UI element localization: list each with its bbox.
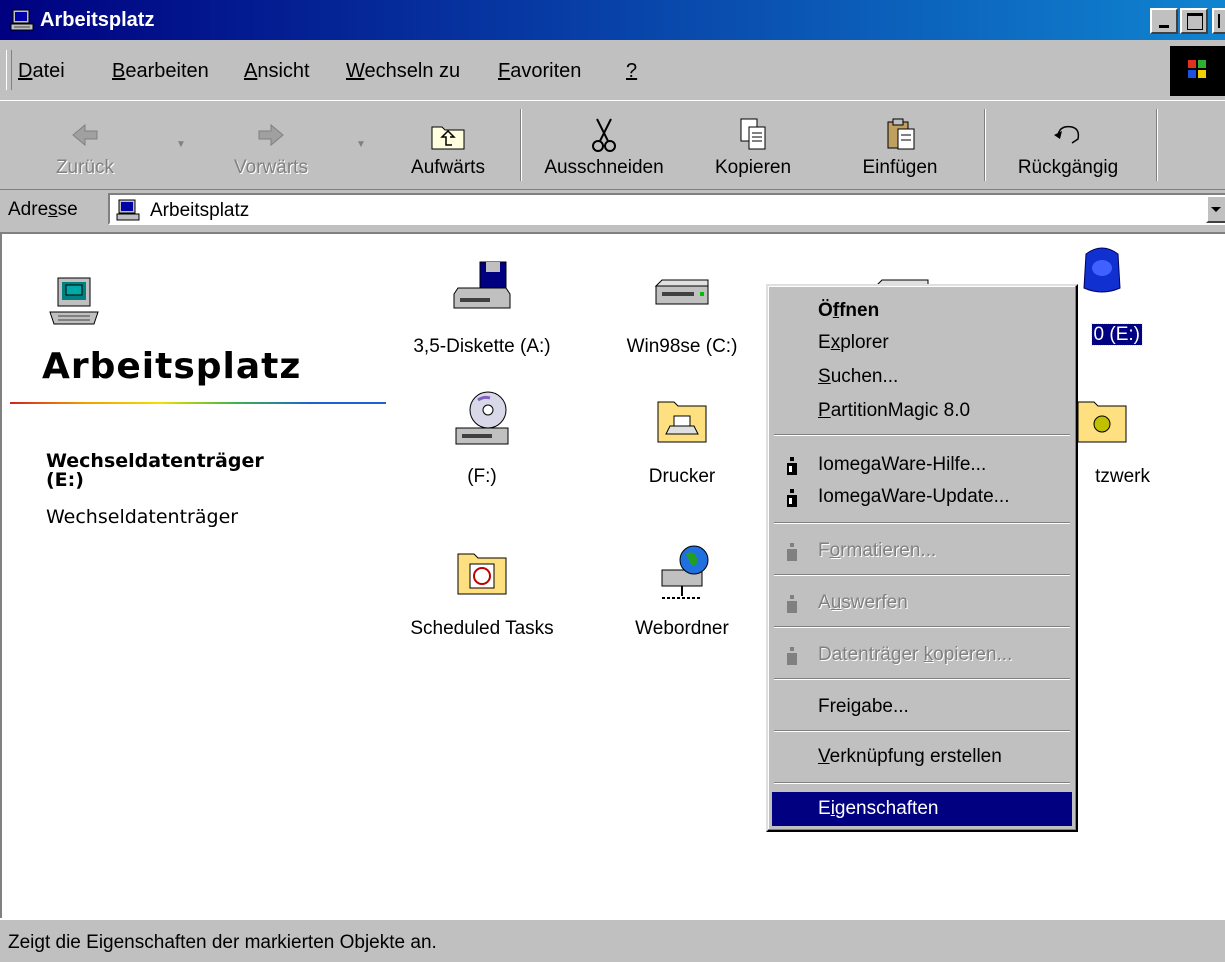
undo-icon bbox=[1054, 125, 1080, 144]
my-computer-icon bbox=[10, 9, 34, 31]
forward-dropdown-icon[interactable]: ▼ bbox=[356, 139, 366, 150]
address-label: Adresse bbox=[8, 199, 78, 220]
selected-item-name: Wechseldatenträger (E:) bbox=[46, 450, 264, 491]
copy-icon bbox=[740, 118, 766, 150]
address-input[interactable]: Arbeitsplatz bbox=[108, 193, 1225, 225]
menu-item-explorer[interactable]: Explorer bbox=[772, 326, 1072, 360]
folder-web-folders[interactable]: Webordner bbox=[582, 540, 782, 650]
iomega-icon bbox=[787, 457, 797, 475]
menu-bearbeiten[interactable]: Bearbeiten bbox=[112, 60, 209, 83]
undo-button[interactable]: Rückgängig bbox=[996, 107, 1140, 187]
menu-separator bbox=[774, 522, 1070, 524]
up-button[interactable]: Aufwärts bbox=[394, 107, 502, 187]
sidebar-title: Arbeitsplatz bbox=[42, 346, 302, 387]
menu-item-search[interactable]: Suchen... bbox=[772, 360, 1072, 394]
forward-button[interactable]: Vorwärts bbox=[216, 107, 326, 187]
toolbar-separator bbox=[1156, 109, 1158, 181]
back-dropdown-icon[interactable]: ▼ bbox=[176, 139, 186, 150]
folder-scheduled-tasks[interactable]: Scheduled Tasks bbox=[382, 540, 582, 650]
back-button[interactable]: Zurück bbox=[40, 107, 130, 187]
menu-help[interactable]: ? bbox=[626, 60, 637, 83]
my-computer-icon bbox=[116, 199, 140, 221]
menu-separator bbox=[774, 730, 1070, 732]
menu-item-open[interactable]: Öffnen bbox=[772, 294, 1072, 328]
status-text: Zeigt die Eigenschaften der markierten O… bbox=[8, 932, 437, 953]
address-dropdown-button[interactable] bbox=[1206, 195, 1225, 223]
menu-item-copy-disk[interactable]: Datenträger kopieren... bbox=[772, 638, 1072, 672]
back-arrow-icon bbox=[72, 123, 98, 147]
clipboard-icon bbox=[887, 118, 915, 150]
menu-item-create-shortcut[interactable]: Verknüpfung erstellen bbox=[772, 740, 1072, 774]
paste-button[interactable]: Einfügen bbox=[848, 107, 952, 187]
menu-ansicht[interactable]: Ansicht bbox=[244, 60, 310, 83]
toolbar-separator bbox=[984, 109, 986, 181]
hard-drive-icon bbox=[654, 279, 709, 305]
close-button[interactable] bbox=[1212, 8, 1225, 34]
scissors-icon bbox=[592, 118, 616, 152]
maximize-button[interactable] bbox=[1180, 8, 1208, 34]
menu-separator bbox=[774, 782, 1070, 784]
iomega-icon bbox=[787, 489, 797, 507]
menu-separator bbox=[774, 574, 1070, 576]
context-menu: Öffnen Explorer Suchen... PartitionMagic… bbox=[766, 284, 1078, 832]
menu-item-eject[interactable]: Auswerfen bbox=[772, 586, 1072, 620]
copy-button[interactable]: Kopieren bbox=[700, 107, 806, 187]
floppy-drive-icon bbox=[453, 261, 511, 309]
iomega-icon bbox=[787, 595, 797, 613]
sidebar-rule bbox=[10, 402, 386, 404]
cut-button[interactable]: Ausschneiden bbox=[532, 107, 676, 187]
minimize-icon bbox=[1159, 25, 1169, 28]
menu-separator bbox=[774, 626, 1070, 628]
folder-printers[interactable]: Drucker bbox=[582, 388, 782, 498]
menu-item-format[interactable]: Formatieren... bbox=[772, 534, 1072, 568]
drive-floppy-a[interactable]: 3,5-Diskette (A:) bbox=[382, 258, 582, 368]
toolbar-separator bbox=[520, 109, 522, 181]
title-bar[interactable]: Arbeitsplatz bbox=[0, 0, 1225, 40]
maximize-icon bbox=[1187, 13, 1203, 30]
iomega-icon bbox=[787, 647, 797, 665]
windows-logo-icon bbox=[1170, 46, 1225, 96]
menu-item-properties[interactable]: Eigenschaften bbox=[772, 792, 1072, 826]
zip-drive-icon bbox=[1083, 247, 1121, 293]
menu-datei[interactable]: Datei bbox=[18, 60, 65, 83]
close-icon bbox=[1218, 14, 1225, 28]
menu-item-iomega-help[interactable]: IomegaWare-Hilfe... bbox=[772, 448, 1072, 482]
menu-grip[interactable] bbox=[6, 50, 12, 90]
forward-arrow-icon bbox=[258, 123, 284, 147]
drive-win98se-c[interactable]: Win98se (C:) bbox=[582, 258, 782, 368]
menu-separator bbox=[774, 434, 1070, 436]
address-bar: Adresse Arbeitsplatz bbox=[0, 190, 1225, 230]
menu-item-iomega-update[interactable]: IomegaWare-Update... bbox=[772, 480, 1072, 514]
chevron-down-icon bbox=[1211, 207, 1221, 212]
menu-item-share[interactable]: Freigabe... bbox=[772, 690, 1072, 724]
my-computer-large-icon bbox=[49, 277, 99, 325]
scheduled-tasks-folder-icon bbox=[457, 553, 507, 595]
menu-item-partitionmagic[interactable]: PartitionMagic 8.0 bbox=[772, 394, 1072, 428]
minimize-button[interactable] bbox=[1150, 8, 1178, 34]
menu-bar: Datei Bearbeiten Ansicht Wechseln zu Fav… bbox=[0, 40, 1225, 100]
menu-favoriten[interactable]: Favoriten bbox=[498, 60, 581, 83]
selected-item-type: Wechseldatenträger bbox=[46, 506, 239, 528]
window-title: Arbeitsplatz bbox=[40, 9, 155, 31]
standard-toolbar: Zurück ▼ Vorwärts ▼ Aufwärts Ausschneide… bbox=[0, 100, 1225, 190]
network-folder-icon bbox=[1077, 401, 1127, 443]
menu-wechseln-zu[interactable]: Wechseln zu bbox=[346, 60, 460, 83]
menu-separator bbox=[774, 678, 1070, 680]
status-bar: Zeigt die Eigenschaften der markierten O… bbox=[0, 918, 1225, 962]
iomega-icon bbox=[787, 543, 797, 561]
drive-cdrom-f[interactable]: (F:) bbox=[382, 388, 582, 498]
printer-folder-icon bbox=[657, 401, 707, 443]
web-folders-icon bbox=[661, 545, 709, 599]
up-folder-icon bbox=[431, 126, 465, 150]
cdrom-icon bbox=[455, 391, 509, 445]
